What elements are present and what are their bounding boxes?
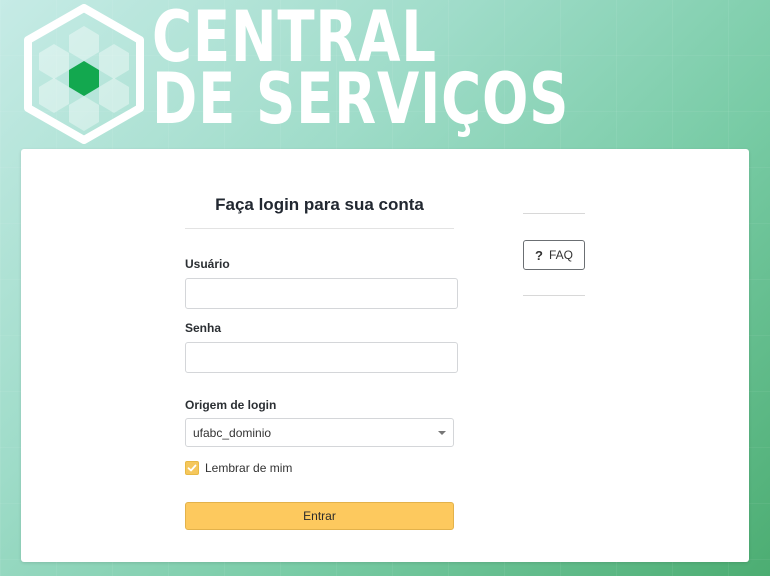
side-divider-top <box>523 213 585 214</box>
side-divider-bottom <box>523 295 585 296</box>
chevron-down-icon <box>438 431 446 435</box>
login-title: Faça login para sua conta <box>215 195 424 214</box>
login-card: Faça login para sua conta Usuário Senha … <box>21 149 749 562</box>
hexagon-logo-icon <box>24 4 144 144</box>
remember-checkbox[interactable] <box>185 461 199 475</box>
username-label: Usuário <box>185 257 230 271</box>
remember-me[interactable]: Lembrar de mim <box>185 460 292 476</box>
username-field[interactable] <box>185 278 458 309</box>
password-field[interactable] <box>185 342 458 373</box>
login-page: CENTRAL DE SERVIÇOS Faça login para sua … <box>0 0 770 576</box>
question-icon: ? <box>535 247 543 263</box>
brand-title: CENTRAL DE SERVIÇOS <box>152 2 570 140</box>
origin-select[interactable]: ufabc_dominio <box>185 418 454 447</box>
login-button[interactable]: Entrar <box>185 502 454 530</box>
brand-line-2: DE SERVIÇOS <box>152 58 570 140</box>
origin-label: Origem de login <box>185 398 277 412</box>
password-label: Senha <box>185 321 222 335</box>
faq-label: FAQ <box>548 248 573 262</box>
remember-label: Lembrar de mim <box>205 461 293 475</box>
title-divider <box>185 228 454 229</box>
faq-button[interactable]: ? FAQ <box>523 240 585 270</box>
origin-select-value: ufabc_dominio <box>193 426 272 440</box>
check-icon <box>187 464 197 472</box>
